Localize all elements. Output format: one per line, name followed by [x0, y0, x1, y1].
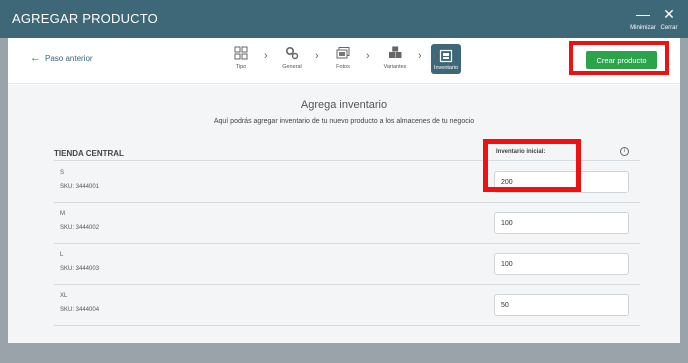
chevron-right-icon: ›: [366, 50, 370, 62]
create-button-highlight: Crear producto: [569, 41, 669, 75]
variant-sku: SKU: 3444002: [60, 225, 100, 231]
step-tipo[interactable]: Tipo: [224, 44, 258, 70]
boxes-icon: [388, 46, 402, 60]
grid-icon: [234, 46, 248, 60]
photos-icon: [336, 46, 350, 60]
variant-sku: SKU: 3444003: [60, 266, 100, 272]
variant-sku: SKU: 3444001: [60, 184, 100, 190]
store-header: TIENDA CENTRAL Inventario inicial: i: [54, 145, 640, 161]
step-label: Inventario: [433, 65, 459, 71]
variant-row: L SKU: 3444003: [54, 244, 640, 285]
variant-row: XL SKU: 3444004: [54, 285, 640, 326]
variant-size: S: [60, 170, 65, 176]
step-label: Tipo: [235, 64, 247, 70]
inventory-input[interactable]: [494, 212, 629, 234]
chevron-right-icon: ›: [315, 50, 319, 62]
variant-size: XL: [60, 293, 68, 299]
close-label: Cerrar: [660, 25, 678, 31]
active-step-box: Inventario: [431, 44, 461, 74]
window-title: AGREGAR PRODUCTO: [12, 11, 158, 26]
backdrop-right: [680, 38, 688, 343]
chevron-right-icon: ›: [418, 50, 422, 62]
inventory-panel: Agrega inventario Aquí podrás agregar in…: [8, 85, 680, 343]
wizard-header: ← Paso anterior Tipo › General › Fotos ›…: [8, 38, 680, 84]
close-icon: ✕: [663, 6, 675, 22]
inventory-label: Inventario inicial:: [496, 149, 546, 155]
backdrop-left: [0, 38, 8, 343]
close-button[interactable]: ✕ Cerrar: [652, 7, 686, 31]
step-inventario[interactable]: Inventario: [429, 44, 463, 74]
step-label: Fotos: [336, 64, 350, 70]
page-heading: Agrega inventario: [300, 99, 388, 111]
back-label: Paso anterior: [45, 53, 93, 63]
inventory-input[interactable]: [494, 294, 629, 316]
backdrop-bottom: [0, 343, 688, 363]
gears-icon: [285, 46, 299, 60]
create-product-button[interactable]: Crear producto: [586, 51, 657, 69]
inventory-input[interactable]: [494, 253, 629, 275]
step-fotos[interactable]: Fotos: [326, 44, 360, 70]
page-subheading: Aquí podrás agregar inventario de tu nue…: [213, 118, 475, 125]
arrow-left-icon: ←: [30, 52, 41, 64]
title-bar: AGREGAR PRODUCTO — Minimizar ✕ Cerrar: [0, 0, 688, 38]
variant-size: L: [60, 252, 64, 258]
variant-size: M: [60, 211, 65, 217]
store-name: TIENDA CENTRAL: [54, 149, 124, 158]
step-general[interactable]: General: [275, 44, 309, 70]
inventory-icon: [439, 49, 453, 63]
variant-sku: SKU: 3444004: [60, 307, 100, 313]
step-label: Variantes: [383, 64, 407, 70]
step-label: General: [282, 64, 302, 70]
inventory-input[interactable]: [494, 171, 629, 193]
step-variantes[interactable]: Variantes: [378, 44, 412, 70]
chevron-right-icon: ›: [264, 50, 268, 62]
back-button[interactable]: ← Paso anterior: [30, 52, 93, 64]
variant-row: S SKU: 3444001: [54, 162, 640, 203]
variant-row: M SKU: 3444002: [54, 203, 640, 244]
info-icon[interactable]: i: [620, 147, 629, 156]
